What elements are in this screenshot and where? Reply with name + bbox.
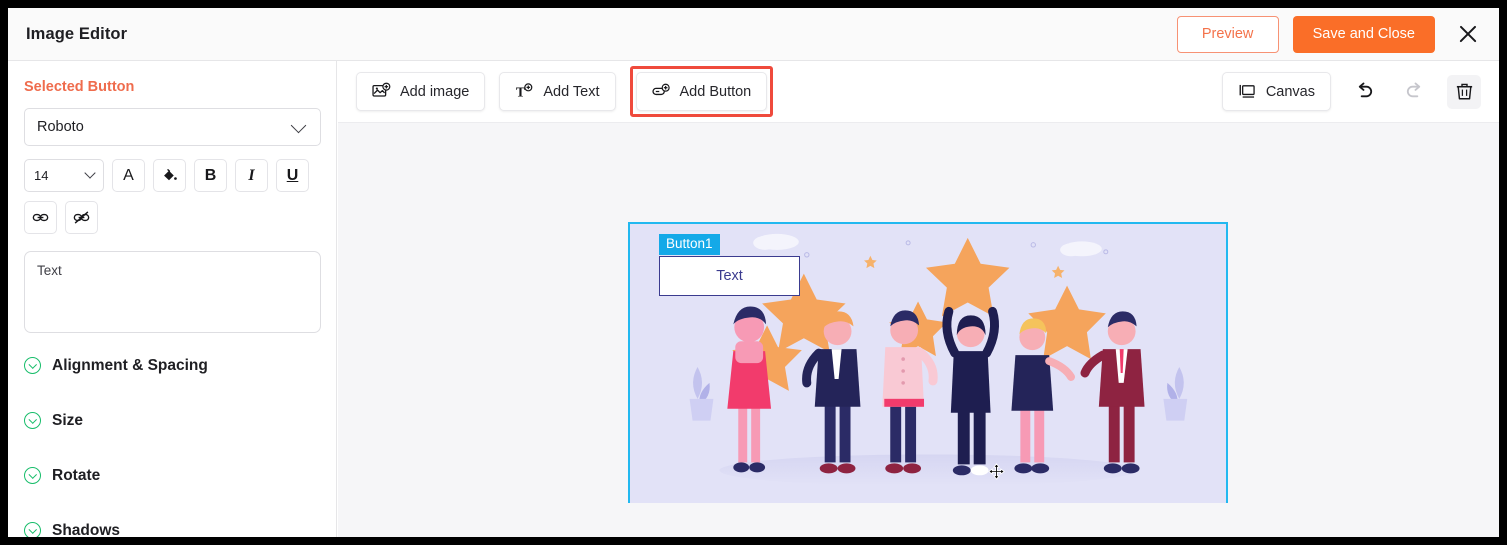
section-label: Shadows [52,521,121,538]
underline-button[interactable]: U [276,159,309,192]
redo-button[interactable] [1397,75,1431,109]
add-text-button[interactable]: T Add Text [499,72,616,111]
font-family-select[interactable]: Roboto [24,108,321,146]
add-image-icon [372,82,391,97]
section-label: Rotate [52,466,101,484]
editor-window: Image Editor Preview Save and Close Sele… [8,8,1499,537]
preview-button[interactable]: Preview [1176,15,1279,53]
delete-button[interactable] [1447,74,1481,109]
italic-icon: I [248,166,255,184]
canvas-workspace: Add image T Add Text Add Button Canvas B… [338,61,1499,537]
add-button-button[interactable]: Add Button [635,72,768,111]
unlink-icon [73,211,90,224]
add-image-label: Add image [400,83,470,100]
text-format-toolbar: 14 A B I U [24,159,320,192]
link-icon [32,213,49,222]
underline-icon: U [286,166,299,184]
undo-button[interactable] [1347,75,1381,109]
redo-icon [1406,82,1420,98]
canvas-button-element[interactable]: Text [659,256,800,296]
letter-a-icon: A [123,166,134,184]
section-alignment-spacing[interactable]: Alignment & Spacing [24,338,320,393]
font-size-select[interactable]: 14 [24,159,104,192]
font-family-select-wrap: Roboto [24,108,321,146]
add-button-icon [651,83,670,96]
trash-icon [1456,83,1472,100]
add-button-label: Add Button [679,83,752,100]
chevron-down-circle-icon [24,467,41,484]
page-title: Image Editor [26,24,128,43]
canvas-selection[interactable]: Button1 Text [628,222,1228,504]
canvas-label: Canvas [1265,83,1315,100]
canvas-button[interactable]: Canvas [1221,72,1331,111]
bold-button[interactable]: B [194,159,227,192]
section-rotate[interactable]: Rotate [24,448,320,503]
font-color-button[interactable]: A [112,159,145,192]
svg-text:T: T [516,85,525,100]
chevron-down-circle-icon [24,357,41,374]
bold-icon: B [204,166,217,184]
save-and-close-button[interactable]: Save and Close [1292,15,1435,53]
chevron-down-circle-icon [24,412,41,429]
add-text-label: Add Text [543,83,600,100]
section-label: Alignment & Spacing [52,356,208,374]
canvas-toolbar-right: Canvas [1221,72,1481,111]
undo-icon [1358,82,1372,98]
canvas-scroll-area: Button1 Text [338,123,1499,537]
add-text-icon: T [516,83,533,100]
close-icon[interactable] [1453,19,1483,49]
chevron-down-circle-icon [24,522,41,537]
move-cursor [988,463,1005,480]
section-size[interactable]: Size [24,393,320,448]
element-name-badge: Button1 [659,234,720,255]
canvas-toolbar: Add image T Add Text Add Button Canvas [338,61,1499,123]
selected-element-label: Selected Button [24,79,135,95]
app-header: Image Editor Preview Save and Close [8,8,1499,61]
properties-sidebar: Selected Button Roboto 14 A B I U Text A… [8,61,337,537]
add-image-button[interactable]: Add image [356,72,486,111]
link-toolbar [24,201,320,234]
header-actions: Preview Save and Close [1176,15,1499,53]
paint-bucket-icon [164,169,177,181]
section-label: Size [52,411,84,429]
unlink-button[interactable] [65,201,98,234]
italic-button[interactable]: I [235,159,268,192]
canvas-icon [1239,84,1255,98]
link-button[interactable] [24,201,57,234]
fill-color-button[interactable] [153,159,186,192]
font-size-select-wrap: 14 [24,159,104,192]
section-shadows[interactable]: Shadows [24,503,320,537]
text-input[interactable]: Text [24,251,321,333]
add-button-highlight: Add Button [629,66,774,117]
